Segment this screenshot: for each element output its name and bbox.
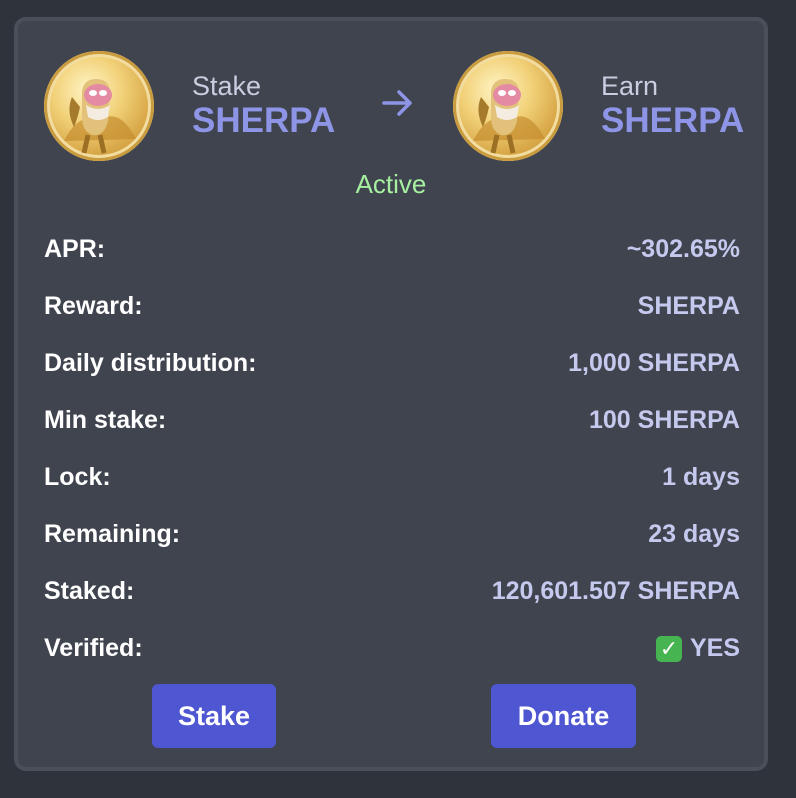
stake-verb: Stake — [192, 71, 262, 101]
detail-value: 1,000 SHERPA — [568, 349, 740, 377]
detail-label: Remaining: — [44, 520, 181, 548]
donate-button[interactable]: Donate — [491, 684, 636, 748]
detail-row-min-stake: Min stake: 100 SHERPA — [44, 392, 740, 449]
detail-value: 120,601.507 SHERPA — [491, 577, 740, 605]
pool-status: Active — [355, 169, 427, 199]
pool-details: APR: ~302.65% Reward: SHERPA Daily distr… — [44, 221, 740, 677]
staking-pool-card: Stake SHERPA Earn SHERPA Active APR: ~30… — [14, 17, 768, 771]
arrow-right-icon — [382, 90, 412, 116]
stake-button[interactable]: Stake — [152, 684, 276, 748]
detail-row-remaining: Remaining: 23 days — [44, 506, 740, 563]
earn-symbol: SHERPA — [601, 101, 745, 140]
earn-token: Earn SHERPA — [453, 51, 744, 161]
stake-symbol: SHERPA — [192, 101, 336, 140]
detail-label: Daily distribution: — [44, 349, 257, 377]
detail-value: 100 SHERPA — [589, 406, 740, 434]
detail-label: Verified: — [44, 634, 143, 662]
detail-label: Lock: — [44, 463, 111, 491]
detail-label: APR: — [44, 235, 106, 263]
stake-token-text: Stake SHERPA — [192, 71, 335, 141]
detail-value-verified: ✓ YES — [655, 634, 740, 663]
detail-row-reward: Reward: SHERPA — [44, 278, 740, 335]
detail-label: Staked: — [44, 577, 135, 605]
detail-row-daily-distribution: Daily distribution: 1,000 SHERPA — [44, 335, 740, 392]
detail-row-apr: APR: ~302.65% — [44, 221, 740, 278]
detail-value: 1 days — [662, 463, 740, 491]
detail-label: Min stake: — [44, 406, 167, 434]
detail-row-lock: Lock: 1 days — [44, 449, 740, 506]
detail-value: SHERPA — [637, 292, 740, 320]
stake-token: Stake SHERPA — [44, 51, 335, 161]
earn-token-text: Earn SHERPA — [601, 71, 744, 141]
detail-value: ~302.65% — [626, 235, 740, 263]
detail-label: Reward: — [44, 292, 143, 320]
sherpa-coin-logo — [453, 51, 563, 161]
sherpa-coin-logo — [44, 51, 154, 161]
detail-row-staked: Staked: 120,601.507 SHERPA — [44, 563, 740, 620]
earn-verb: Earn — [601, 71, 659, 101]
verified-text: YES — [689, 634, 740, 662]
detail-value: 23 days — [648, 520, 740, 548]
detail-row-verified: Verified: ✓ YES — [44, 620, 740, 677]
check-mark-icon: ✓ — [655, 635, 682, 662]
